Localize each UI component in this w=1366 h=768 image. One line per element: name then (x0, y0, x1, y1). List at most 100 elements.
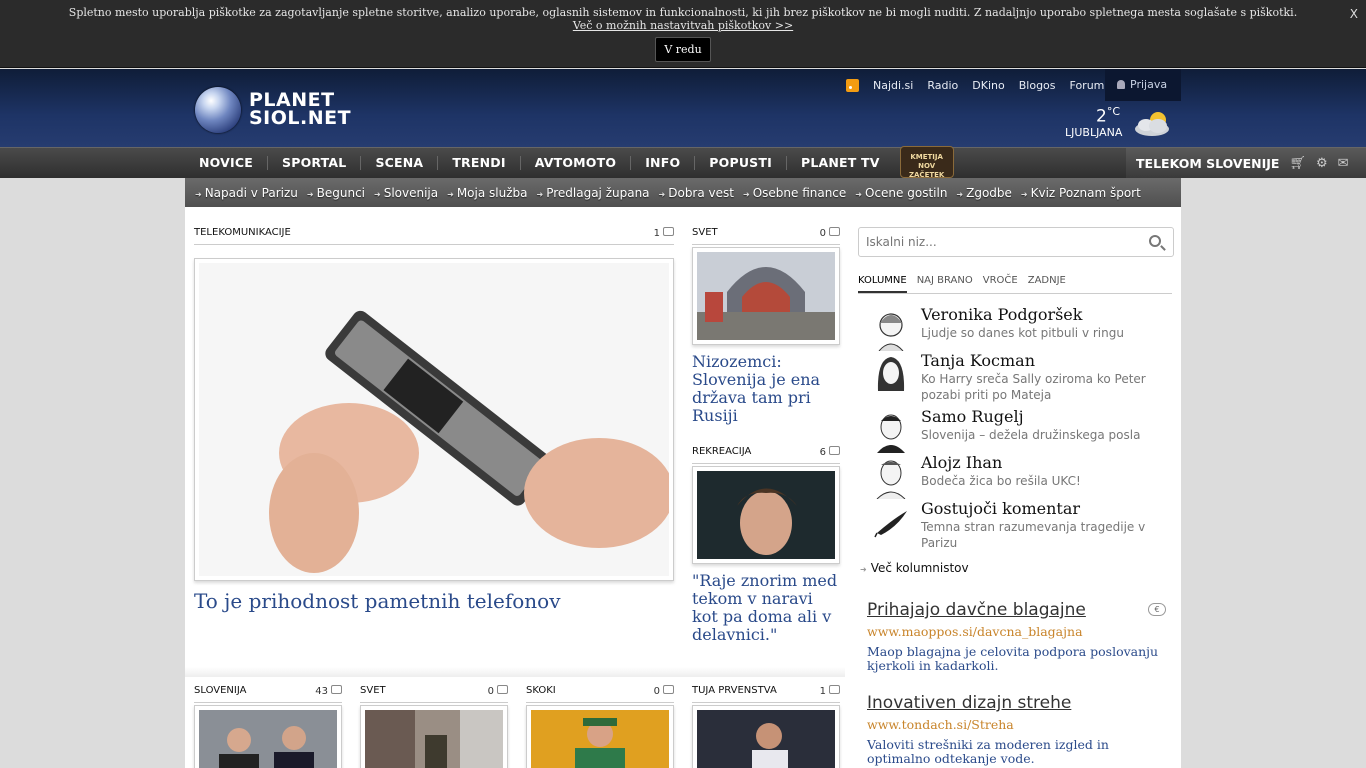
bottom-photo-1[interactable] (194, 705, 342, 768)
columnist-item[interactable]: Veronika Podgoršek Ljudje so danes kot p… (873, 305, 1173, 351)
ad-description[interactable]: Maop blagajna je celovita podpora poslov… (867, 645, 1167, 673)
cookie-settings-link[interactable]: Več o možnih nastavitvah piškotkov >> (0, 19, 1366, 32)
subnav-osebne-finance[interactable]: Osebne finance (743, 186, 847, 200)
columnist-item[interactable]: Tanja Kocman Ko Harry sreča Sally ozirom… (873, 351, 1173, 402)
lead-headline[interactable]: To je prihodnost pametnih telefonov (194, 589, 674, 613)
comment-count[interactable]: 1 (654, 227, 674, 239)
more-columnists-link[interactable]: Več kolumnistov (860, 561, 969, 575)
side2-headline[interactable]: "Raje znorim med tekom v naravi kot pa d… (692, 572, 842, 644)
nav-sportal[interactable]: SPORTAL (268, 156, 362, 170)
login-button[interactable]: Prijava (1105, 69, 1181, 101)
subnav-begunci[interactable]: Begunci (307, 186, 365, 200)
ad-item[interactable]: Inovativen dizajn strehe www.tondach.si/… (867, 693, 1167, 766)
comment-count[interactable]: 0 (488, 685, 508, 697)
search-input[interactable] (859, 228, 1129, 256)
lead-photo[interactable] (194, 258, 674, 581)
section-title[interactable]: REKREACIJA (692, 446, 751, 457)
side1-photo[interactable] (692, 247, 840, 345)
toplink-forumi[interactable]: Forumi (1070, 79, 1108, 92)
mail-icon[interactable]: ✉ (1338, 156, 1349, 171)
ad-title[interactable]: Prihajajo davčne blagajne (867, 600, 1086, 620)
cookie-close-button[interactable]: X (1350, 7, 1358, 21)
search-box (858, 227, 1174, 257)
columnist-title[interactable]: Ljudje so danes kot pitbuli v ringu (921, 325, 1161, 341)
toplink-najdi[interactable]: Najdi.si (873, 79, 913, 92)
cart-icon[interactable]: 🛒︎ (1289, 156, 1306, 171)
nav-scena[interactable]: SCENA (361, 156, 439, 170)
market-hall-image (697, 252, 835, 340)
subnav-slovenija[interactable]: Slovenija (374, 186, 438, 200)
nav-planet-tv[interactable]: PLANET TV (787, 156, 894, 170)
nav-info[interactable]: INFO (631, 156, 696, 170)
nav-novice[interactable]: NOVICE (185, 156, 268, 170)
section-header: SLOVENIJA 43 (194, 685, 342, 703)
section-title[interactable]: TELEKOMUNIKACIJE (194, 227, 291, 238)
columnist-item[interactable]: Alojz Ihan Bodeča žica bo rešila UKC! (873, 453, 1173, 499)
tab-vroce[interactable]: VROČE (983, 273, 1018, 293)
columnist-title[interactable]: Ko Harry sreča Sally oziroma ko Peter po… (921, 371, 1161, 403)
ad-item[interactable]: Prihajajo davčne blagajne www.maoppos.si… (867, 600, 1167, 673)
comment-count[interactable]: 0 (654, 685, 674, 697)
telekom-link[interactable]: TELEKOM SLOVENIJE (1136, 156, 1279, 171)
bottom-photo-2[interactable] (360, 705, 508, 768)
rss-icon[interactable] (846, 78, 859, 92)
columnist-title[interactable]: Bodeča žica bo rešila UKC! (921, 473, 1161, 489)
tab-naj-brano[interactable]: NAJ BRANO (917, 273, 973, 293)
side2-photo[interactable] (692, 466, 840, 564)
kmetija-banner[interactable]: KMETIJA NOV ZAČETEK (899, 146, 954, 179)
columnist-name[interactable]: Veronika Podgoršek (921, 305, 1082, 324)
section-title[interactable]: TUJA PRVENSTVA (692, 685, 777, 696)
side1-headline[interactable]: Nizozemci: Slovenija je ena država tam p… (692, 353, 842, 425)
cookie-ok-button[interactable]: V redu (655, 37, 711, 62)
ad-url[interactable]: www.maoppos.si/davcna_blagajna (867, 624, 1167, 639)
comment-count[interactable]: 43 (315, 685, 342, 697)
comment-count[interactable]: 1 (820, 685, 840, 697)
subnav-napadi[interactable]: Napadi v Parizu (195, 186, 298, 200)
top-links: Najdi.si Radio DKino Blogos Forumi (840, 69, 1121, 101)
subnav-predlagaj-zupana[interactable]: Predlagaj župana (536, 186, 649, 200)
columnist-name[interactable]: Tanja Kocman (921, 351, 1035, 370)
columnist-item[interactable]: Gostujoči komentar Temna stran razumevan… (873, 499, 1173, 550)
subnav-moja-sluzba[interactable]: Moja služba (447, 186, 528, 200)
section-header: TELEKOMUNIKACIJE 1 (194, 227, 674, 245)
search-icon[interactable] (1149, 235, 1161, 247)
section-divider (185, 667, 845, 677)
bottom-photo-4[interactable] (692, 705, 840, 768)
subnav-ocene-gostiln[interactable]: Ocene gostiln (855, 186, 947, 200)
section-header: REKREACIJA 6 (692, 446, 840, 464)
subnav-kviz[interactable]: Kviz Poznam šport (1021, 186, 1141, 200)
weather-widget[interactable]: 2°C LJUBLJANA (1060, 105, 1180, 141)
section-title[interactable]: SVET (360, 685, 386, 696)
tab-zadnje[interactable]: ZADNJE (1028, 273, 1066, 293)
kmetija-title: KMETIJA (910, 153, 943, 161)
toplink-radio[interactable]: Radio (927, 79, 958, 92)
section-title[interactable]: SVET (692, 227, 718, 238)
columnist-title[interactable]: Temna stran razumevanja tragedije v Pari… (921, 519, 1161, 551)
columnist-item[interactable]: Samo Rugelj Slovenija – dežela družinske… (873, 407, 1173, 453)
subnav-zgodbe[interactable]: Zgodbe (956, 186, 1012, 200)
columnist-name[interactable]: Samo Rugelj (921, 407, 1024, 426)
logo-text-line2: SIOL.NET (249, 107, 352, 129)
nav-popusti[interactable]: POPUSTI (695, 156, 787, 170)
gear-icon[interactable]: ⚙ (1316, 156, 1328, 171)
ad-title[interactable]: Inovativen dizajn strehe (867, 693, 1071, 713)
site-logo[interactable]: PLANET SIOL.NET (193, 85, 353, 133)
ad-choices-icon[interactable]: € (1148, 603, 1166, 616)
ad-url[interactable]: www.tondach.si/Streha (867, 717, 1167, 732)
columnist-name[interactable]: Alojz Ihan (921, 453, 1002, 472)
columnist-name[interactable]: Gostujoči komentar (921, 499, 1080, 518)
toplink-blogos[interactable]: Blogos (1019, 79, 1056, 92)
main-nav: NOVICE SPORTAL SCENA TRENDI AVTOMOTO INF… (0, 146, 1366, 179)
nav-avtomoto[interactable]: AVTOMOTO (521, 156, 632, 170)
tab-kolumne[interactable]: KOLUMNE (858, 273, 907, 293)
section-title[interactable]: SLOVENIJA (194, 685, 246, 696)
subnav-dobra-vest[interactable]: Dobra vest (659, 186, 734, 200)
ad-description[interactable]: Valoviti strešniki za moderen izgled in … (867, 738, 1167, 766)
bottom-photo-3[interactable] (526, 705, 674, 768)
comment-count[interactable]: 6 (820, 446, 840, 458)
columnist-title[interactable]: Slovenija – dežela družinskega posla (921, 427, 1161, 443)
section-title[interactable]: SKOKI (526, 685, 556, 696)
comment-count[interactable]: 0 (820, 227, 840, 239)
nav-trendi[interactable]: TRENDI (438, 156, 521, 170)
toplink-dkino[interactable]: DKino (972, 79, 1004, 92)
